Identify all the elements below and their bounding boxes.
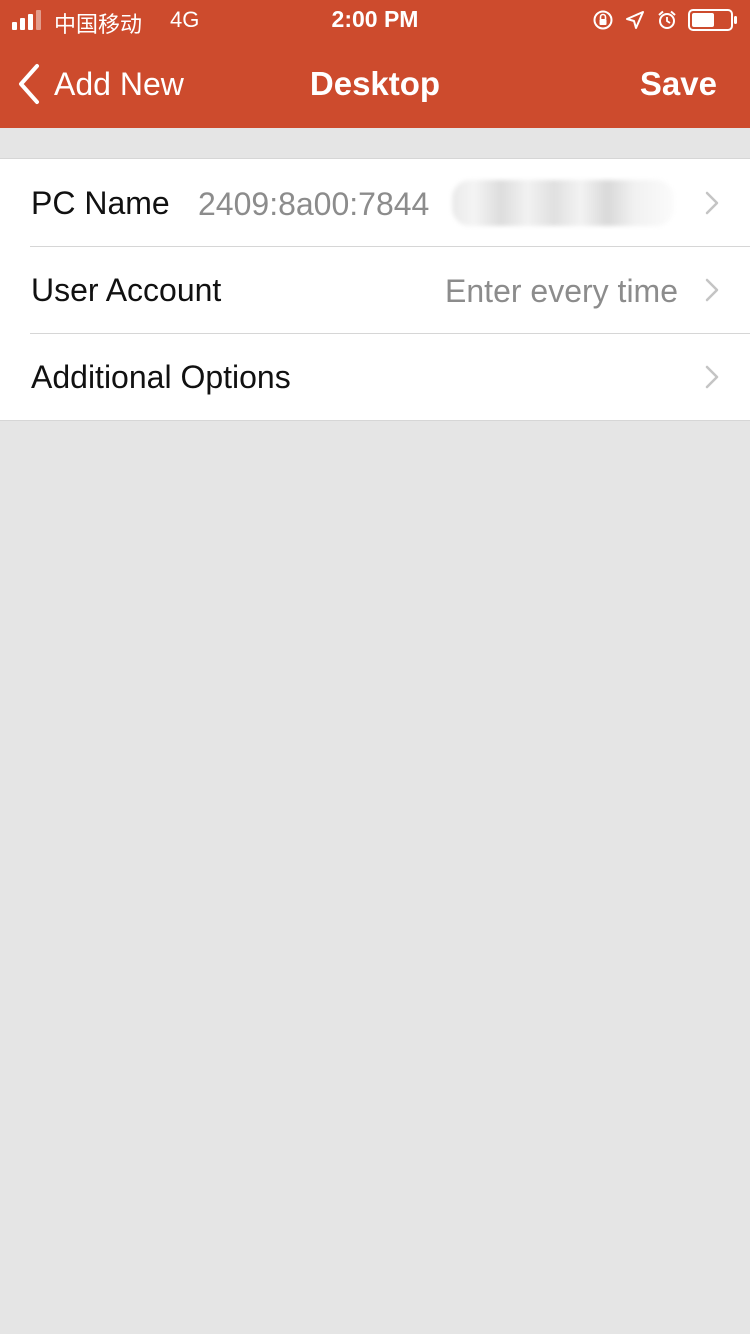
user-account-label: User Account [31, 272, 222, 308]
chevron-right-icon [705, 365, 719, 389]
additional-options-label: Additional Options [31, 359, 291, 395]
page-title: Desktop [309, 65, 441, 102]
redacted-blur [452, 180, 674, 226]
pc-name-row[interactable]: PC Name 2409:8a00:7844 [0, 159, 750, 246]
location-icon [626, 11, 644, 29]
user-account-value: Enter every time [445, 273, 678, 309]
pc-name-label: PC Name [31, 185, 170, 221]
navigation-bar: Add New Desktop Save [0, 40, 750, 128]
chevron-right-icon [705, 191, 719, 215]
app-header: 中国移动 4G 2:00 PM Add New Desktop Save [0, 0, 750, 128]
chevron-right-icon [705, 278, 719, 302]
save-button[interactable]: Save [640, 65, 717, 103]
additional-options-row[interactable]: Additional Options [0, 333, 750, 420]
user-account-row[interactable]: User Account Enter every time [0, 246, 750, 333]
orientation-lock-icon [593, 10, 613, 30]
battery-icon [688, 9, 737, 31]
status-bar: 中国移动 4G 2:00 PM [0, 0, 750, 40]
pc-name-value: 2409:8a00:7844 [198, 186, 430, 222]
settings-list: PC Name 2409:8a00:7844 User Account Ente… [0, 158, 750, 421]
alarm-icon [658, 10, 676, 29]
status-icons [592, 8, 738, 32]
